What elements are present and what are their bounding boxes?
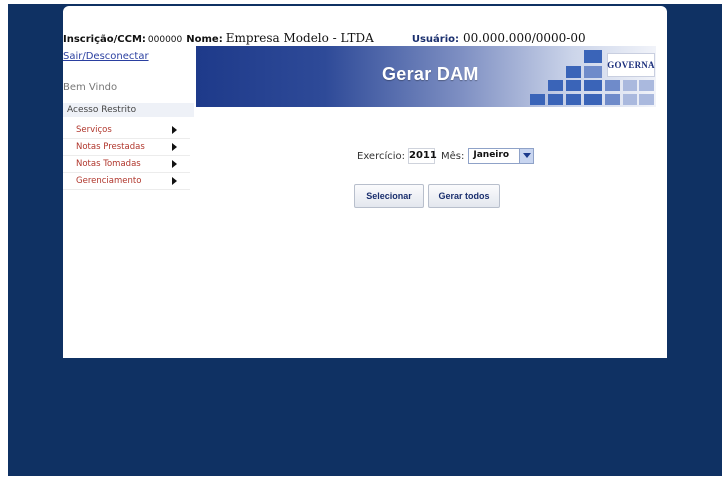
mes-select[interactable]: Janeiro [468, 148, 535, 164]
logout-link[interactable]: Sair/Desconectar [63, 51, 149, 62]
submenu-arrow-icon [172, 126, 177, 134]
selecionar-button[interactable]: Selecionar [354, 184, 424, 208]
banner-square-decoration [623, 94, 637, 105]
banner-square-decoration [584, 66, 602, 78]
gerar-todos-button[interactable]: Gerar todos [428, 184, 500, 208]
banner-square-decoration [566, 80, 581, 91]
sidebar-item-notas-prestadas[interactable]: Notas Prestadas [63, 140, 190, 156]
sidebar-item-label: Serviços [76, 125, 112, 135]
nome-value: Empresa Modelo - LTDA [225, 31, 374, 45]
usuario-label: Usuário: [411, 34, 459, 45]
sidebar-item-gerenciamento[interactable]: Gerenciamento [63, 174, 190, 190]
banner-square-decoration [639, 80, 654, 91]
account-info-line: Inscrição/CCM: 000000 Nome: Empresa Mode… [63, 31, 586, 47]
page-banner: Gerar DAM GOVERNA [196, 46, 656, 107]
banner-square-decoration [584, 94, 602, 105]
welcome-text: Bem Vindo [63, 82, 118, 93]
banner-square-decoration [566, 66, 581, 78]
page-title: Gerar DAM [382, 64, 479, 84]
usuario-value: 00.000.000/0000-00 [463, 31, 586, 45]
banner-square-decoration [548, 80, 563, 91]
sidebar-header: Acesso Restrito [63, 103, 194, 117]
banner-square-decoration [584, 50, 602, 63]
banner-square-decoration [605, 94, 620, 105]
nome-label: Nome: [186, 34, 223, 45]
banner-square-decoration [566, 94, 581, 105]
banner-square-decoration [639, 94, 654, 105]
sidebar-item-label: Notas Tomadas [76, 159, 141, 169]
dam-filter-form: Exercício: 2011 Mês: Janeiro [357, 147, 535, 165]
inscricao-value: 000000 [147, 35, 183, 45]
exercicio-input[interactable]: 2011 [408, 148, 437, 164]
sidebar-item-notas-tomadas[interactable]: Notas Tomadas [63, 157, 190, 173]
banner-square-decoration [548, 94, 563, 105]
logo-text: GOVERNA [607, 60, 655, 70]
submenu-arrow-icon [172, 143, 177, 151]
banner-square-decoration [605, 80, 620, 91]
sidebar-item-label: Gerenciamento [76, 176, 142, 186]
banner-square-decoration [584, 80, 602, 91]
submenu-arrow-icon [172, 177, 177, 185]
mes-select-value: Janeiro [473, 150, 510, 160]
banner-square-decoration [530, 94, 545, 105]
submenu-arrow-icon [172, 160, 177, 168]
banner-square-decoration [623, 80, 637, 91]
mes-label: Mês: [441, 150, 465, 162]
sidebar-item-servicos[interactable]: Serviços [63, 123, 190, 139]
inscricao-label: Inscrição/CCM: [63, 34, 146, 45]
chevron-down-icon[interactable] [519, 149, 534, 163]
exercicio-label: Exercício: [357, 150, 406, 162]
sidebar-item-label: Notas Prestadas [76, 142, 145, 152]
governa-logo: GOVERNA [607, 53, 655, 77]
